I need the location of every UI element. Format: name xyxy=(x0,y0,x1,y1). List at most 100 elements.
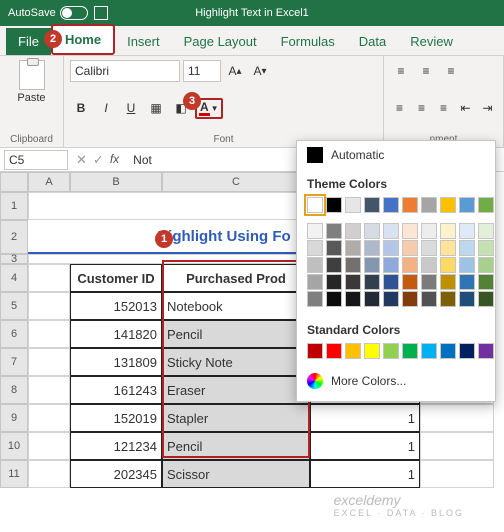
col-header[interactable]: B xyxy=(70,172,162,192)
font-size-combo[interactable]: 11 xyxy=(183,60,221,82)
align-left-icon[interactable]: ≡ xyxy=(390,97,409,119)
color-swatch[interactable] xyxy=(364,343,380,359)
cell[interactable]: 121234 xyxy=(70,432,162,460)
color-swatch[interactable] xyxy=(326,274,342,290)
color-swatch[interactable] xyxy=(459,197,475,213)
cell[interactable]: Pencil xyxy=(162,320,310,348)
color-swatch[interactable] xyxy=(326,291,342,307)
row-header[interactable]: 10 xyxy=(0,432,28,460)
align-top-icon[interactable]: ≡ xyxy=(390,60,412,82)
font-name-combo[interactable]: Calibri xyxy=(70,60,180,82)
color-swatch[interactable] xyxy=(402,343,418,359)
automatic-color-row[interactable]: Automatic xyxy=(297,141,495,169)
color-swatch[interactable] xyxy=(383,274,399,290)
align-right-icon[interactable]: ≡ xyxy=(434,97,453,119)
header-cell[interactable]: Customer ID xyxy=(70,264,162,292)
cell[interactable]: Pencil xyxy=(162,432,310,460)
col-header[interactable]: A xyxy=(28,172,70,192)
color-swatch[interactable] xyxy=(402,257,418,273)
cell[interactable]: 1 xyxy=(310,404,420,432)
row-header[interactable]: 9 xyxy=(0,404,28,432)
save-icon[interactable] xyxy=(94,6,108,20)
cell[interactable] xyxy=(28,348,70,376)
bold-button[interactable]: B xyxy=(70,97,92,119)
color-swatch[interactable] xyxy=(345,240,361,256)
color-swatch[interactable] xyxy=(402,274,418,290)
cell[interactable] xyxy=(28,320,70,348)
tab-review[interactable]: Review xyxy=(398,28,465,55)
color-swatch[interactable] xyxy=(307,343,323,359)
row-header[interactable]: 5 xyxy=(0,292,28,320)
color-swatch[interactable] xyxy=(307,223,323,239)
cell[interactable]: Scissor xyxy=(162,460,310,488)
select-all-corner[interactable] xyxy=(0,172,28,192)
border-button[interactable]: ▦ xyxy=(145,97,167,119)
cell[interactable] xyxy=(28,432,70,460)
color-swatch[interactable] xyxy=(478,223,494,239)
cell[interactable]: 1 xyxy=(310,432,420,460)
color-swatch[interactable] xyxy=(345,257,361,273)
cell[interactable] xyxy=(420,404,494,432)
tab-insert[interactable]: Insert xyxy=(115,28,172,55)
color-swatch[interactable] xyxy=(440,197,456,213)
color-swatch[interactable] xyxy=(383,343,399,359)
cell[interactable] xyxy=(28,292,70,320)
cell[interactable]: 161243 xyxy=(70,376,162,404)
align-bottom-icon[interactable]: ≡ xyxy=(440,60,462,82)
row-header[interactable]: 11 xyxy=(0,460,28,488)
cell[interactable]: Notebook xyxy=(162,292,310,320)
color-swatch[interactable] xyxy=(478,240,494,256)
row-header[interactable]: 1 xyxy=(0,192,28,220)
row-header[interactable]: 3 xyxy=(0,254,28,264)
name-box[interactable]: C5 xyxy=(4,150,68,170)
color-swatch[interactable] xyxy=(383,257,399,273)
color-swatch[interactable] xyxy=(459,291,475,307)
row-header[interactable]: 7 xyxy=(0,348,28,376)
paste-button[interactable]: Paste xyxy=(6,60,57,104)
color-swatch[interactable] xyxy=(440,291,456,307)
align-middle-icon[interactable]: ≡ xyxy=(415,60,437,82)
autosave-toggle[interactable]: AutoSave xyxy=(8,6,88,20)
cell[interactable] xyxy=(420,432,494,460)
cell[interactable]: Sticky Note xyxy=(162,348,310,376)
cell[interactable]: 152019 xyxy=(70,404,162,432)
underline-button[interactable]: U xyxy=(120,97,142,119)
cell[interactable] xyxy=(420,460,494,488)
color-swatch[interactable] xyxy=(440,274,456,290)
color-swatch[interactable] xyxy=(402,291,418,307)
color-swatch[interactable] xyxy=(440,223,456,239)
row-header[interactable]: 2 xyxy=(0,220,28,254)
color-swatch[interactable] xyxy=(402,240,418,256)
color-swatch[interactable] xyxy=(478,257,494,273)
italic-button[interactable]: I xyxy=(95,97,117,119)
color-swatch[interactable] xyxy=(421,291,437,307)
color-swatch[interactable] xyxy=(364,223,380,239)
color-swatch[interactable] xyxy=(421,240,437,256)
enter-icon[interactable]: ✓ xyxy=(93,152,104,168)
color-swatch[interactable] xyxy=(421,274,437,290)
row-header[interactable]: 6 xyxy=(0,320,28,348)
row-header[interactable]: 4 xyxy=(0,264,28,292)
color-swatch[interactable] xyxy=(383,197,399,213)
tab-data[interactable]: Data xyxy=(347,28,398,55)
color-swatch[interactable] xyxy=(459,274,475,290)
font-color-button[interactable]: 3 A ▼ xyxy=(195,98,223,119)
increase-font-icon[interactable]: A▴ xyxy=(224,60,246,82)
tab-pagelayout[interactable]: Page Layout xyxy=(172,28,269,55)
color-swatch[interactable] xyxy=(345,291,361,307)
color-swatch[interactable] xyxy=(421,197,437,213)
color-swatch[interactable] xyxy=(307,274,323,290)
color-swatch[interactable] xyxy=(421,223,437,239)
align-center-icon[interactable]: ≡ xyxy=(412,97,431,119)
color-swatch[interactable] xyxy=(383,223,399,239)
more-colors-row[interactable]: More Colors... xyxy=(297,367,495,395)
color-swatch[interactable] xyxy=(478,274,494,290)
cell[interactable]: Stapler xyxy=(162,404,310,432)
color-swatch[interactable] xyxy=(383,240,399,256)
color-swatch[interactable] xyxy=(326,257,342,273)
increase-indent-icon[interactable]: ⇥ xyxy=(478,97,497,119)
cell[interactable]: 202345 xyxy=(70,460,162,488)
cancel-icon[interactable]: ✕ xyxy=(76,152,87,168)
color-swatch[interactable] xyxy=(326,197,342,213)
color-swatch[interactable] xyxy=(345,197,361,213)
